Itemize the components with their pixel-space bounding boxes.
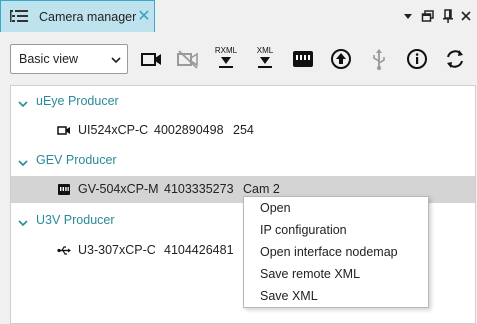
xml-label: XML: [257, 46, 274, 55]
device-serial: 4104426481: [164, 243, 234, 257]
usb-icon[interactable]: [366, 45, 392, 73]
device-extra: 254: [233, 123, 254, 137]
tab-camera-manager[interactable]: Camera manager ✕: [0, 0, 155, 32]
info-icon[interactable]: [404, 45, 430, 73]
device-serial: 4002890498: [154, 123, 224, 137]
menu-item-open-interface-nodemap[interactable]: Open interface nodemap: [244, 241, 428, 263]
menu-item-label: Open: [260, 201, 291, 215]
chevron-down-icon[interactable]: [18, 156, 28, 167]
refresh-icon[interactable]: [442, 45, 468, 73]
menu-item-ip-configuration[interactable]: IP configuration: [244, 219, 428, 241]
camera-icon[interactable]: [139, 45, 165, 73]
device-extra: Cam 2: [243, 182, 280, 196]
view-select[interactable]: Basic view: [10, 44, 128, 74]
menu-item-label: IP configuration: [260, 223, 347, 237]
download-xml-icon[interactable]: XML: [252, 45, 278, 73]
usb-icon: [57, 244, 71, 257]
group-label: GEV Producer: [36, 153, 117, 167]
menu-item-save-remote-xml[interactable]: Save remote XML: [244, 263, 428, 285]
menu-item-save-xml[interactable]: Save XML: [244, 285, 428, 307]
menu-item-label: Save XML: [260, 289, 318, 303]
device-model: UI524xCP-C: [78, 123, 149, 137]
dropdown-arrow-icon[interactable]: [401, 8, 415, 24]
close-icon[interactable]: ✕: [136, 8, 152, 26]
context-menu: Open IP configuration Open interface nod…: [243, 196, 429, 308]
download-rxml-icon[interactable]: RXML: [213, 45, 239, 73]
tab-title: Camera manager: [39, 10, 137, 24]
tree-device-ui524xcp-c[interactable]: UI524xCP-C 4002890498 254: [11, 117, 475, 144]
view-select-value: Basic view: [19, 52, 79, 66]
menu-item-label: Open interface nodemap: [260, 245, 398, 259]
tree-group-gev[interactable]: GEV Producer: [11, 147, 475, 174]
network-card-icon: [57, 183, 71, 196]
device-serial: 4103335273: [164, 182, 234, 196]
chevron-down-icon[interactable]: [18, 216, 28, 227]
group-label: U3V Producer: [36, 213, 115, 227]
group-label: uEye Producer: [36, 94, 119, 108]
menu-item-open[interactable]: Open: [244, 197, 428, 219]
camera-manager-panel: Camera manager ✕ Basic view RXML XML uEy…: [0, 0, 477, 324]
menu-item-label: Save remote XML: [260, 267, 361, 281]
upload-icon[interactable]: [328, 45, 354, 73]
title-bar: Camera manager ✕: [0, 0, 477, 32]
device-model: GV-504xCP-M: [78, 182, 159, 196]
toolbar: Basic view RXML XML: [0, 33, 477, 85]
camera-icon: [57, 124, 71, 137]
device-model: U3-307xCP-C: [78, 243, 156, 257]
tree-group-ueye[interactable]: uEye Producer: [11, 88, 475, 115]
chevron-down-icon[interactable]: [18, 97, 28, 108]
close-panel-icon[interactable]: [459, 8, 473, 24]
float-window-icon[interactable]: [421, 8, 435, 24]
rxml-label: RXML: [215, 46, 238, 55]
network-card-icon[interactable]: [290, 45, 316, 73]
pin-icon[interactable]: [441, 8, 455, 24]
camera-off-icon[interactable]: [175, 45, 201, 73]
chevron-down-icon: [110, 54, 122, 66]
list-icon: [10, 9, 28, 25]
